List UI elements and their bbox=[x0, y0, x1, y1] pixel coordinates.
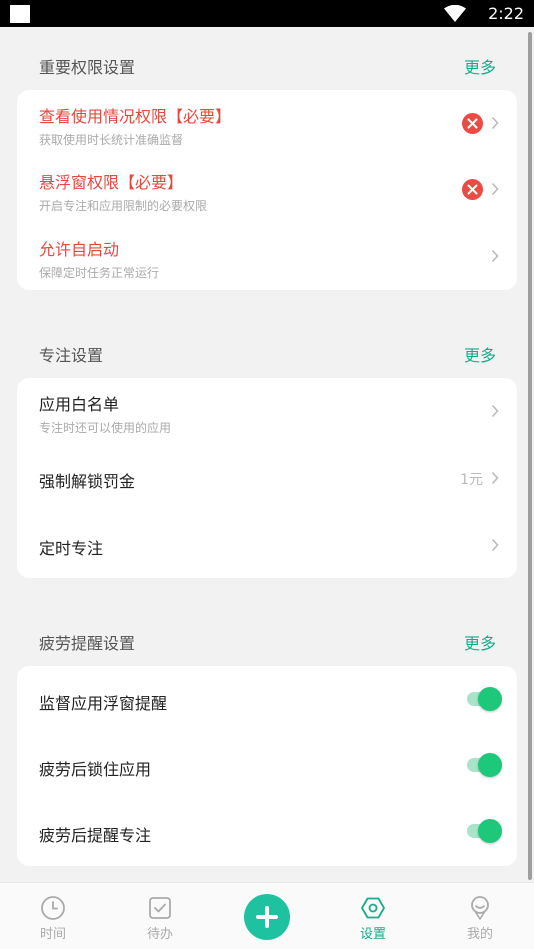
focus-section-header: 专注设置 更多 bbox=[0, 338, 534, 368]
permissions-card: 查看使用情况权限【必要】 获取使用时长统计准确监督 悬浮窗权限【必要】 开启专注… bbox=[17, 90, 517, 290]
nav-item-time[interactable]: 时间 bbox=[8, 883, 98, 949]
row-title: 允许自启动 bbox=[39, 240, 120, 259]
overlay-reminder-toggle[interactable] bbox=[465, 687, 503, 711]
section-title: 重要权限设置 bbox=[39, 58, 136, 77]
chevron-right-icon bbox=[491, 249, 499, 263]
row-subtitle: 开启专注和应用限制的必要权限 bbox=[39, 199, 208, 213]
section-title: 疲劳提醒设置 bbox=[39, 634, 136, 653]
more-link[interactable]: 更多 bbox=[464, 630, 496, 654]
unlock-penalty-row[interactable]: 强制解锁罚金 1元 bbox=[17, 444, 517, 511]
row-title: 监督应用浮窗提醒 bbox=[39, 694, 168, 713]
app-whitelist-row[interactable]: 应用白名单 专注时还可以使用的应用 bbox=[17, 378, 517, 444]
fatigue-card: 监督应用浮窗提醒 疲劳后锁住应用 疲劳后提醒专注 bbox=[17, 666, 517, 866]
chevron-right-icon bbox=[491, 471, 499, 485]
status-time: 2:22 bbox=[488, 4, 524, 23]
autostart-row[interactable]: 允许自启动 保障定时任务正常运行 bbox=[17, 222, 517, 290]
error-icon bbox=[462, 179, 483, 200]
toggle-knob bbox=[478, 687, 502, 711]
add-button[interactable] bbox=[244, 894, 290, 940]
nav-label: 时间 bbox=[39, 927, 66, 942]
remind-focus-toggle[interactable] bbox=[465, 819, 503, 843]
scrollbar[interactable] bbox=[528, 32, 532, 880]
row-title: 应用白名单 bbox=[39, 395, 120, 414]
checkbox-icon bbox=[149, 897, 171, 919]
nav-item-todo[interactable]: 待办 bbox=[115, 883, 205, 949]
scheduled-focus-row[interactable]: 定时专注 bbox=[17, 511, 517, 578]
focus-card: 应用白名单 专注时还可以使用的应用 强制解锁罚金 1元 定时专注 bbox=[17, 378, 517, 578]
chevron-right-icon bbox=[491, 116, 499, 130]
penalty-value: 1元 bbox=[460, 472, 483, 488]
row-title: 强制解锁罚金 bbox=[39, 472, 136, 491]
lock-app-row: 疲劳后锁住应用 bbox=[17, 733, 517, 799]
row-subtitle: 保障定时任务正常运行 bbox=[39, 266, 160, 280]
toggle-knob bbox=[478, 753, 502, 777]
more-link[interactable]: 更多 bbox=[464, 54, 496, 78]
nav-item-me[interactable]: 我的 bbox=[435, 883, 525, 949]
profile-icon bbox=[471, 896, 489, 920]
bottom-nav: 时间 待办 设置 我的 bbox=[0, 882, 534, 949]
chevron-right-icon bbox=[491, 538, 499, 552]
row-title: 查看使用情况权限【必要】 bbox=[39, 107, 232, 126]
hexagon-settings-icon bbox=[361, 897, 385, 919]
overlay-reminder-row: 监督应用浮窗提醒 bbox=[17, 666, 517, 733]
chevron-right-icon bbox=[491, 404, 499, 418]
remind-focus-row: 疲劳后提醒专注 bbox=[17, 799, 517, 866]
notification-icon bbox=[10, 5, 30, 23]
overlay-permission-row[interactable]: 悬浮窗权限【必要】 开启专注和应用限制的必要权限 bbox=[17, 156, 517, 222]
chevron-right-icon bbox=[491, 182, 499, 196]
row-subtitle: 获取使用时长统计准确监督 bbox=[39, 133, 184, 147]
status-bar: 2:22 bbox=[0, 0, 534, 27]
nav-label: 待办 bbox=[146, 927, 173, 942]
nav-label: 我的 bbox=[466, 927, 493, 942]
permissions-section-header: 重要权限设置 更多 bbox=[0, 50, 534, 80]
nav-label: 设置 bbox=[359, 927, 386, 942]
section-title: 专注设置 bbox=[39, 346, 104, 365]
plus-icon bbox=[256, 906, 278, 928]
row-title: 悬浮窗权限【必要】 bbox=[39, 173, 184, 192]
row-title: 疲劳后锁住应用 bbox=[39, 760, 152, 779]
error-icon bbox=[462, 113, 483, 134]
wifi-icon bbox=[444, 5, 466, 22]
clock-icon bbox=[41, 896, 65, 920]
row-subtitle: 专注时还可以使用的应用 bbox=[39, 421, 172, 435]
lock-app-toggle[interactable] bbox=[465, 753, 503, 777]
row-title: 疲劳后提醒专注 bbox=[39, 826, 152, 845]
more-link[interactable]: 更多 bbox=[464, 342, 496, 366]
fatigue-section-header: 疲劳提醒设置 更多 bbox=[0, 626, 534, 656]
row-title: 定时专注 bbox=[39, 539, 104, 558]
toggle-knob bbox=[478, 819, 502, 843]
nav-item-settings[interactable]: 设置 bbox=[328, 883, 418, 949]
usage-permission-row[interactable]: 查看使用情况权限【必要】 获取使用时长统计准确监督 bbox=[17, 90, 517, 156]
